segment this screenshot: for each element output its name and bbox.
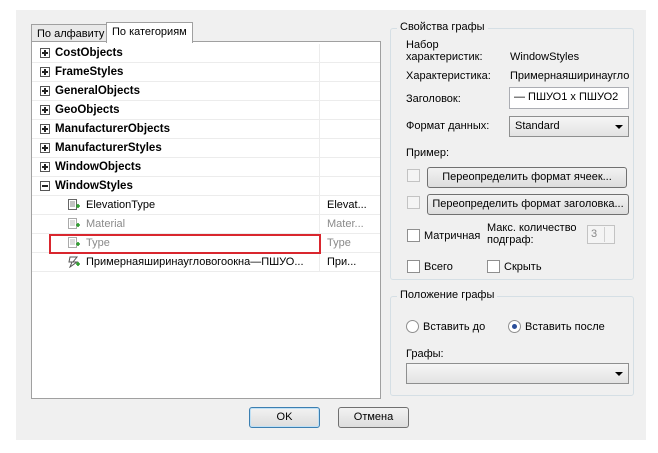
column-position-group: Положение графы Вставить до Вставить пос… (390, 289, 634, 396)
expand-icon[interactable] (40, 124, 50, 134)
property-add-icon (68, 199, 80, 210)
insert-after-label: Вставить после (525, 321, 605, 333)
override-header-checkbox[interactable] (407, 196, 420, 209)
group-label: GeoObjects (55, 104, 120, 116)
tree-property-pshuo[interactable]: Примернаяширинаугловогоокна—ПШУО... При.… (32, 253, 380, 272)
group-label: GeneralObjects (55, 85, 141, 97)
tree-group-costobjects[interactable]: CostObjects (32, 44, 380, 63)
hide-checkbox[interactable] (487, 260, 500, 273)
property-name-value: Примернаяширинаугло (510, 70, 630, 82)
group-label: ManufacturerStyles (55, 142, 162, 154)
property-label: ElevationType (86, 199, 156, 211)
max-subheads-stepper[interactable]: 3 (587, 225, 615, 244)
stepper-down-icon[interactable] (604, 234, 613, 242)
collapse-icon[interactable] (40, 181, 50, 191)
tree-property-elevationtype[interactable]: ElevationType Elevat... (32, 196, 380, 215)
property-name-label: Характеристика: (406, 70, 491, 82)
override-cell-format-button[interactable]: Переопределить формат ячеек... (427, 167, 627, 188)
group-label: WindowObjects (55, 161, 142, 173)
property-label: Material (86, 218, 126, 230)
expand-icon[interactable] (40, 143, 50, 153)
tree-property-type[interactable]: Type Type (32, 234, 380, 253)
insert-before-label: Вставить до (423, 321, 486, 333)
matrix-checkbox[interactable] (407, 229, 420, 242)
expand-icon[interactable] (40, 48, 50, 58)
ok-button[interactable]: OK (249, 407, 320, 428)
property-set-label: Набор характеристик: (406, 39, 483, 63)
expand-icon[interactable] (40, 105, 50, 115)
property-label: Примернаяширинаугловогоокна—ПШУО... (86, 256, 304, 268)
hide-label: Скрыть (504, 261, 542, 273)
insert-after-radio[interactable] (508, 320, 521, 333)
group-label: CostObjects (55, 47, 123, 59)
columns-select[interactable] (406, 363, 629, 384)
group-label: FrameStyles (55, 66, 124, 78)
max-subheads-value: 3 (591, 228, 598, 240)
tree-group-windowobjects[interactable]: WindowObjects (32, 158, 380, 177)
group-label: ManufacturerObjects (55, 123, 171, 135)
matrix-label: Матричная (424, 230, 481, 242)
total-checkbox[interactable] (407, 260, 420, 273)
column-position-legend: Положение графы (397, 289, 498, 301)
property-set-value: WindowStyles (510, 51, 580, 63)
property-add-icon (68, 237, 80, 248)
tree-group-manufacturerstyles[interactable]: ManufacturerStyles (32, 139, 380, 158)
max-subheads-label: Макс. количество подграф: (487, 222, 577, 246)
tree-group-manufacturerobjects[interactable]: ManufacturerObjects (32, 120, 380, 139)
chevron-down-icon (615, 125, 623, 129)
column-properties-legend: Свойства графы (397, 21, 488, 33)
insert-before-radio[interactable] (406, 320, 419, 333)
expand-icon[interactable] (40, 162, 50, 172)
override-header-format-button[interactable]: Переопределить формат заголовка... (427, 194, 629, 215)
heading-input[interactable]: — ПШУО1 x ПШУО2 (509, 87, 629, 109)
tree-group-windowstyles[interactable]: WindowStyles (32, 177, 380, 196)
cancel-button[interactable]: Отмена (338, 407, 409, 428)
data-format-label: Формат данных: (406, 120, 490, 132)
expand-icon[interactable] (40, 86, 50, 96)
property-value: При... (319, 253, 380, 272)
override-cell-checkbox[interactable] (407, 169, 420, 182)
property-value: Mater... (319, 215, 380, 234)
total-label: Всего (424, 261, 453, 273)
property-value: Type (319, 234, 380, 253)
chevron-down-icon (615, 372, 623, 376)
tab-alphabetical[interactable]: По алфавиту (31, 24, 111, 41)
group-label: WindowStyles (55, 180, 133, 192)
tree-property-material[interactable]: Material Mater... (32, 215, 380, 234)
expand-icon[interactable] (40, 67, 50, 77)
data-format-select[interactable]: Standard (509, 116, 629, 137)
tree-group-generalobjects[interactable]: GeneralObjects (32, 82, 380, 101)
property-label: Type (86, 237, 110, 249)
heading-label: Заголовок: (406, 93, 461, 105)
column-properties-group: Свойства графы Набор характеристик: Wind… (390, 21, 634, 280)
data-format-value: Standard (515, 120, 560, 132)
tree-group-framestyles[interactable]: FrameStyles (32, 63, 380, 82)
tree-group-geoobjects[interactable]: GeoObjects (32, 101, 380, 120)
property-add-icon (68, 218, 80, 229)
tab-categorized[interactable]: По категориям (106, 22, 193, 43)
property-tree[interactable]: CostObjects FrameStyles GeneralObjects G… (31, 41, 381, 399)
columns-label: Графы: (406, 348, 444, 360)
property-value: Elevat... (319, 196, 380, 215)
dialog: По алфавиту По категориям CostObjects Fr… (16, 10, 646, 440)
formula-property-icon (68, 256, 80, 268)
example-label: Пример: (406, 147, 450, 159)
